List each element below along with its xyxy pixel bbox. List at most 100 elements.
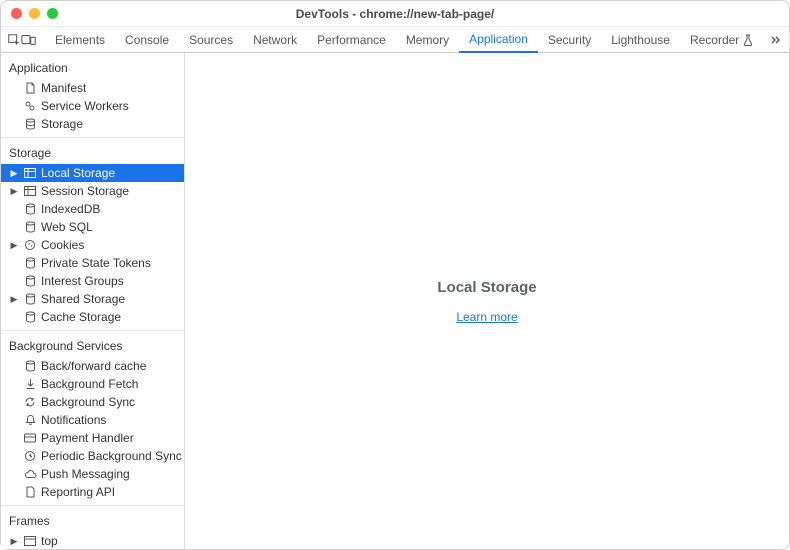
window-controls — [11, 8, 58, 19]
sidebar-item-storage-overview[interactable]: Storage — [1, 115, 184, 133]
content-pane: Local Storage Learn more — [185, 53, 789, 549]
sidebar-item-cookies[interactable]: ▶ Cookies — [1, 236, 184, 254]
sidebar-item-service-workers[interactable]: Service Workers — [1, 97, 184, 115]
document-icon — [23, 486, 37, 498]
sidebar-item-label: Push Messaging — [41, 467, 130, 481]
chevron-double-right-icon — [769, 33, 783, 47]
content-heading: Local Storage — [437, 279, 536, 296]
sidebar-item-label: Notifications — [41, 413, 106, 427]
database-icon — [23, 203, 37, 215]
sidebar-item-payment-handler[interactable]: Payment Handler — [1, 429, 184, 447]
database-icon — [23, 221, 37, 233]
tab-sources[interactable]: Sources — [179, 27, 243, 52]
section-title-frames: Frames — [1, 506, 184, 532]
tab-security[interactable]: Security — [538, 27, 601, 52]
sidebar-item-label: Session Storage — [41, 184, 129, 198]
learn-more-link[interactable]: Learn more — [456, 310, 517, 324]
sidebar-item-label: Private State Tokens — [41, 256, 151, 270]
section-title-storage: Storage — [1, 138, 184, 164]
disclosure-triangle-icon[interactable]: ▶ — [9, 186, 19, 197]
tab-recorder[interactable]: Recorder — [680, 27, 763, 52]
download-icon — [23, 378, 37, 390]
database-icon — [23, 360, 37, 372]
sidebar-item-periodic-background-sync[interactable]: Periodic Background Sync — [1, 447, 184, 465]
sidebar-item-reporting-api[interactable]: Reporting API — [1, 483, 184, 501]
sidebar-item-local-storage[interactable]: ▶ Local Storage — [1, 164, 184, 182]
sidebar-item-background-sync[interactable]: Background Sync — [1, 393, 184, 411]
sidebar-item-label: Cookies — [41, 238, 84, 252]
tab-recorder-label: Recorder — [690, 33, 739, 47]
bell-icon — [23, 414, 37, 426]
table-icon — [23, 168, 37, 178]
sidebar-item-back-forward-cache[interactable]: Back/forward cache — [1, 357, 184, 375]
sidebar-item-web-sql[interactable]: Web SQL — [1, 218, 184, 236]
database-icon — [23, 118, 37, 130]
document-icon — [23, 82, 37, 94]
sidebar-item-notifications[interactable]: Notifications — [1, 411, 184, 429]
close-window-button[interactable] — [11, 8, 22, 19]
disclosure-triangle-icon[interactable]: ▶ — [9, 294, 19, 305]
window-titlebar: DevTools - chrome://new-tab-page/ — [1, 1, 789, 27]
tab-memory[interactable]: Memory — [396, 27, 459, 52]
sidebar-item-label: Interest Groups — [41, 274, 124, 288]
sidebar-item-label: Shared Storage — [41, 292, 125, 306]
table-icon — [23, 186, 37, 196]
sidebar-item-label: top — [41, 534, 58, 548]
inspect-element-icon[interactable] — [7, 27, 21, 52]
cloud-icon — [23, 469, 37, 479]
sidebar-item-manifest[interactable]: Manifest — [1, 79, 184, 97]
tab-lighthouse[interactable]: Lighthouse — [601, 27, 680, 52]
tab-elements[interactable]: Elements — [45, 27, 115, 52]
sidebar-item-label: Cache Storage — [41, 310, 121, 324]
device-toolbar-icon[interactable] — [21, 27, 37, 52]
sidebar-item-label: Web SQL — [41, 220, 93, 234]
sidebar-item-private-state-tokens[interactable]: Private State Tokens — [1, 254, 184, 272]
sync-icon — [23, 396, 37, 408]
more-tabs-button[interactable] — [763, 27, 789, 52]
sidebar-item-label: Reporting API — [41, 485, 115, 499]
credit-card-icon — [23, 433, 37, 443]
tab-application[interactable]: Application — [459, 27, 538, 53]
tab-network[interactable]: Network — [243, 27, 307, 52]
cookie-icon — [23, 239, 37, 251]
minimize-window-button[interactable] — [29, 8, 40, 19]
sidebar-item-interest-groups[interactable]: Interest Groups — [1, 272, 184, 290]
frame-icon — [23, 536, 37, 546]
disclosure-triangle-icon[interactable]: ▶ — [9, 240, 19, 251]
sidebar-item-frame-top[interactable]: ▶ top — [1, 532, 184, 549]
database-icon — [23, 257, 37, 269]
sidebar-item-label: Manifest — [41, 81, 86, 95]
sidebar-item-label: Back/forward cache — [41, 359, 146, 373]
application-sidebar: Application Manifest Service Workers Sto… — [1, 53, 185, 549]
sidebar-item-push-messaging[interactable]: Push Messaging — [1, 465, 184, 483]
sidebar-item-session-storage[interactable]: ▶ Session Storage — [1, 182, 184, 200]
sidebar-item-label: Local Storage — [41, 166, 115, 180]
gears-icon — [23, 100, 37, 112]
database-icon — [23, 311, 37, 323]
sidebar-item-label: Payment Handler — [41, 431, 134, 445]
disclosure-triangle-icon[interactable]: ▶ — [9, 536, 19, 547]
tab-console[interactable]: Console — [115, 27, 179, 52]
devtools-tabbar: Elements Console Sources Network Perform… — [1, 27, 789, 53]
section-title-background-services: Background Services — [1, 331, 184, 357]
database-icon — [23, 293, 37, 305]
sidebar-item-label: Storage — [41, 117, 83, 131]
tab-performance[interactable]: Performance — [307, 27, 396, 52]
clock-icon — [23, 450, 37, 462]
disclosure-triangle-icon[interactable]: ▶ — [9, 168, 19, 179]
sidebar-item-background-fetch[interactable]: Background Fetch — [1, 375, 184, 393]
sidebar-item-label: Periodic Background Sync — [41, 449, 182, 463]
window-title: DevTools - chrome://new-tab-page/ — [1, 7, 789, 21]
main-area: Application Manifest Service Workers Sto… — [1, 53, 789, 549]
sidebar-item-label: Background Fetch — [41, 377, 138, 391]
section-title-application: Application — [1, 53, 184, 79]
sidebar-item-shared-storage[interactable]: ▶ Shared Storage — [1, 290, 184, 308]
zoom-window-button[interactable] — [47, 8, 58, 19]
sidebar-item-cache-storage[interactable]: Cache Storage — [1, 308, 184, 326]
flask-icon — [743, 34, 753, 46]
sidebar-item-label: Background Sync — [41, 395, 135, 409]
sidebar-item-label: Service Workers — [41, 99, 129, 113]
sidebar-item-label: IndexedDB — [41, 202, 100, 216]
sidebar-item-indexeddb[interactable]: IndexedDB — [1, 200, 184, 218]
database-icon — [23, 275, 37, 287]
